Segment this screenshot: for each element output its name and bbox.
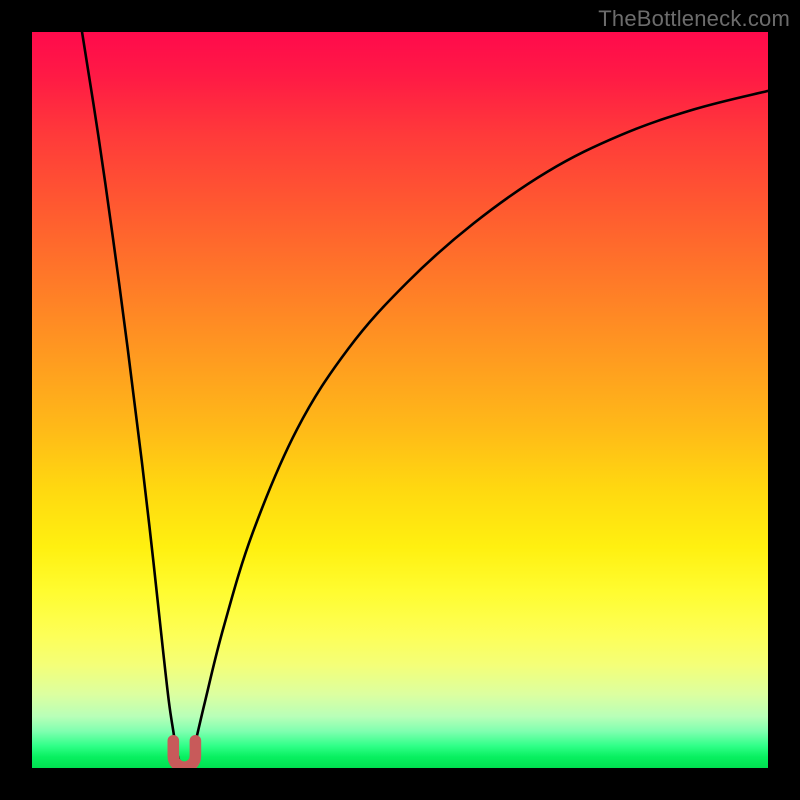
curve-left-branch — [82, 32, 179, 761]
watermark-text: TheBottleneck.com — [598, 6, 790, 32]
chart-frame: TheBottleneck.com — [0, 0, 800, 800]
minimum-marker — [173, 741, 195, 767]
plot-area — [32, 32, 768, 768]
curve-right-branch — [190, 91, 768, 761]
minimum-marker-u-icon — [173, 741, 195, 767]
curve-svg — [32, 32, 768, 768]
bottleneck-curve — [82, 32, 768, 761]
